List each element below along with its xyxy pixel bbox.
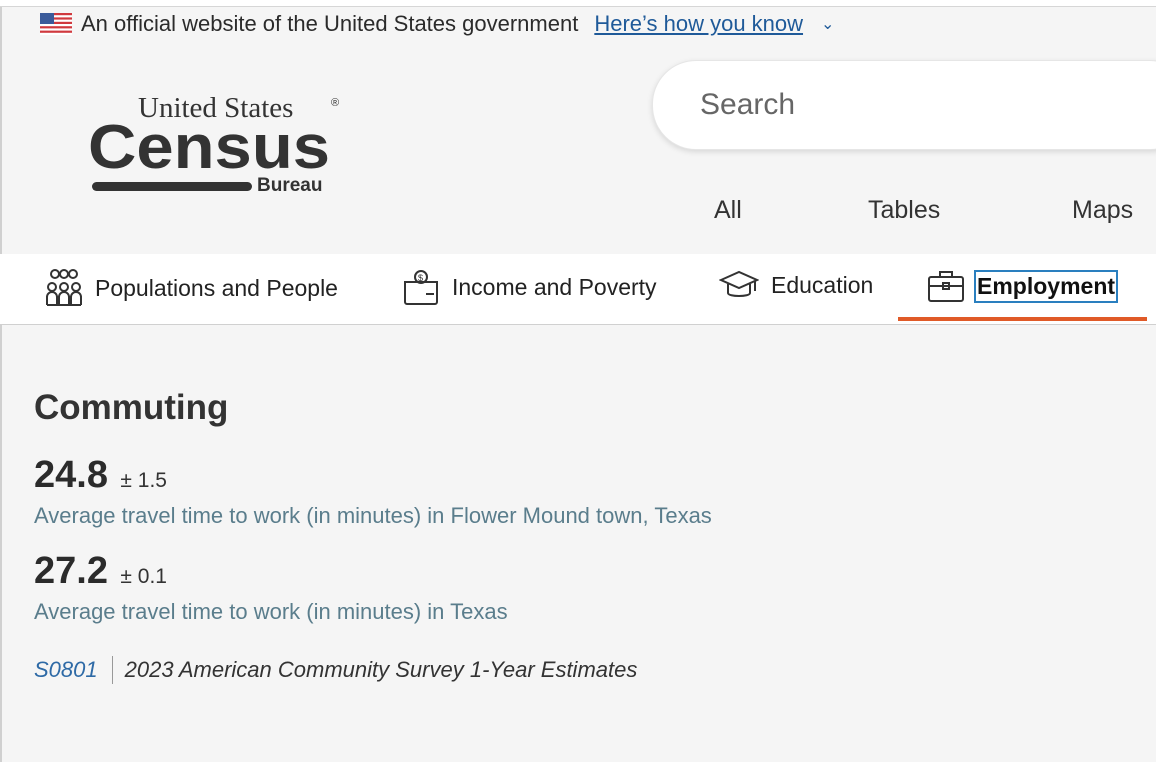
- chevron-down-icon[interactable]: ⌄: [821, 14, 834, 34]
- gov-banner: An official website of the United States…: [40, 10, 834, 38]
- window-left-edge: [0, 7, 2, 762]
- section-title: Commuting: [34, 388, 229, 427]
- stat-description: Average travel time to work (in minutes)…: [34, 503, 712, 528]
- stat-value: 27.2: [34, 550, 108, 592]
- search-tab-maps[interactable]: Maps: [1072, 196, 1133, 225]
- topic-nav: Populations and People $ Income and Pove…: [0, 254, 1156, 325]
- source-name: 2023 American Community Survey 1-Year Es…: [124, 657, 638, 682]
- commuting-section: Commuting 24.8 ± 1.5 Average travel time…: [34, 388, 1134, 684]
- search-input[interactable]: [698, 81, 1142, 129]
- people-group-icon: [46, 269, 82, 306]
- search-tab-tables[interactable]: Tables: [868, 196, 940, 225]
- topic-label: Education: [771, 271, 874, 298]
- stat-margin-of-error: ± 0.1: [120, 565, 167, 588]
- source-citation: S0801 2023 American Community Survey 1-Y…: [34, 656, 637, 684]
- topic-label: Populations and People: [95, 274, 338, 301]
- logo-registered-mark: ®: [331, 97, 339, 109]
- logo-line2: Census: [88, 113, 330, 182]
- topic-education[interactable]: Education: [719, 268, 873, 302]
- source-table-link[interactable]: S0801: [34, 657, 98, 683]
- search-box[interactable]: [652, 60, 1156, 150]
- money-bag-icon: $: [404, 270, 438, 305]
- source-divider: [111, 656, 113, 684]
- stat-description: Average travel time to work (in minutes)…: [34, 599, 508, 624]
- topic-income-and-poverty[interactable]: $ Income and Poverty: [402, 268, 657, 306]
- search-scope-tabs: All Tables Maps: [0, 196, 1156, 236]
- topic-employment[interactable]: Employment: [927, 268, 1119, 304]
- gov-banner-text: An official website of the United States…: [81, 11, 579, 36]
- briefcase-icon: [928, 271, 964, 302]
- topic-label: Income and Poverty: [452, 273, 657, 300]
- svg-text:$: $: [418, 273, 423, 283]
- us-flag-icon: [40, 13, 72, 35]
- heres-how-you-know-link[interactable]: Here’s how you know: [594, 11, 803, 37]
- graduation-cap-icon: [719, 270, 759, 297]
- topic-label: Employment: [973, 269, 1119, 303]
- search-tab-all[interactable]: All: [714, 196, 742, 225]
- stat-row: 24.8 ± 1.5: [34, 454, 167, 497]
- logo-line3: Bureau: [257, 175, 322, 196]
- stat-row: 27.2 ± 0.1: [34, 550, 167, 593]
- topic-populations-and-people[interactable]: Populations and People: [45, 268, 338, 308]
- browser-top-edge: [0, 0, 1156, 7]
- stat-value: 24.8: [34, 454, 108, 496]
- stat-margin-of-error: ± 1.5: [120, 469, 167, 492]
- active-topic-indicator: [898, 317, 1147, 321]
- census-bureau-logo[interactable]: United States ® Census Bureau: [88, 90, 358, 200]
